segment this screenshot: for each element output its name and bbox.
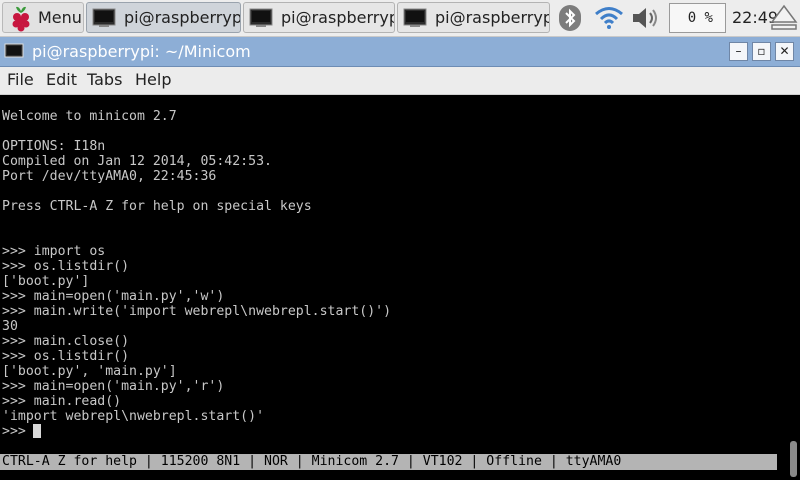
terminal-line: ['boot.py', 'main.py']	[2, 364, 177, 379]
window-titlebar[interactable]: pi@raspberrypi: ~/Minicom – ▫ ✕	[0, 37, 800, 67]
terminal-line: >>>	[2, 424, 34, 439]
taskbar-item-terminal-3[interactable]: pi@raspberrypi...	[397, 2, 550, 33]
terminal-icon	[92, 8, 116, 27]
scrollbar-thumb[interactable]	[790, 441, 797, 477]
eject-icon[interactable]	[770, 3, 798, 31]
terminal-line: >>> import os	[2, 244, 106, 259]
menu-help[interactable]: Help	[135, 70, 171, 89]
menu-edit[interactable]: Edit	[46, 70, 77, 89]
taskbar-item-terminal-2[interactable]: pi@raspberrypi...	[243, 2, 395, 33]
terminal-line: >>> main.read()	[2, 394, 122, 409]
terminal-line: Compiled on Jan 12 2014, 05:42:53.	[2, 154, 272, 169]
terminal-line: OPTIONS: I18n	[2, 139, 106, 154]
menubar: File Edit Tabs Help	[0, 67, 800, 95]
wifi-icon[interactable]	[593, 4, 625, 30]
terminal-line: Press CTRL-A Z for help on special keys	[2, 199, 312, 214]
window-title: pi@raspberrypi: ~/Minicom	[32, 42, 251, 61]
terminal-icon	[4, 43, 24, 58]
taskbar-item-label: pi@raspberrypi...	[281, 8, 394, 27]
taskbar-item-terminal-1[interactable]: pi@raspberrypi...	[86, 2, 241, 33]
scrollbar[interactable]	[788, 95, 800, 480]
menu-tabs[interactable]: Tabs	[87, 70, 122, 89]
taskbar-item-label: pi@raspberrypi...	[124, 8, 241, 27]
terminal-line: >>> main=open('main.py','r')	[2, 379, 225, 394]
volume-icon[interactable]	[630, 4, 664, 32]
terminal-line: >>> os.listdir()	[2, 349, 130, 364]
menu-file[interactable]: File	[7, 70, 34, 89]
minicom-status-bar: CTRL-A Z for help | 115200 8N1 | NOR | M…	[0, 454, 777, 470]
terminal-line: 30	[2, 319, 18, 334]
cpu-usage-monitor[interactable]: 0 %	[669, 3, 726, 33]
taskbar-panel: Menu pi@raspberrypi... pi@raspberrypi...…	[0, 0, 800, 37]
terminal-line: >>> main=open('main.py','w')	[2, 289, 225, 304]
minimize-button[interactable]: –	[729, 42, 748, 61]
bluetooth-icon[interactable]	[558, 4, 582, 32]
taskbar-item-label: pi@raspberrypi...	[435, 8, 549, 27]
terminal-icon	[403, 8, 427, 27]
terminal-line: >>> main.write('import webrepl\nwebrepl.…	[2, 304, 392, 319]
terminal-line: Welcome to minicom 2.7	[2, 109, 177, 124]
raspberry-icon	[12, 6, 30, 31]
terminal-cursor	[33, 424, 41, 438]
terminal-line: >>> main.close()	[2, 334, 130, 349]
status-text: CTRL-A Z for help | 115200 8N1 | NOR | M…	[2, 454, 622, 469]
maximize-button[interactable]: ▫	[752, 42, 771, 61]
menu-button[interactable]: Menu	[2, 2, 84, 33]
terminal-line: Port /dev/ttyAMA0, 22:45:36	[2, 169, 217, 184]
terminal-line: ['boot.py']	[2, 274, 90, 289]
menu-label: Menu	[38, 8, 82, 27]
terminal-line: >>> os.listdir()	[2, 259, 130, 274]
terminal-line: 'import webrepl\nwebrepl.start()'	[2, 409, 265, 424]
terminal-icon	[249, 8, 273, 27]
close-button[interactable]: ✕	[775, 42, 794, 61]
